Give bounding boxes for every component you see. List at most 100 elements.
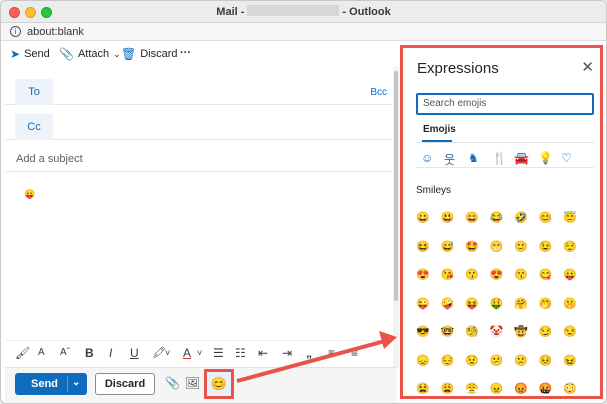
emoji-item[interactable]: 😏: [536, 322, 556, 342]
highlight-chevron-icon[interactable]: ˅: [165, 346, 170, 360]
category-symbols-icon[interactable]: ♡: [561, 151, 572, 165]
category-objects-icon[interactable]: 💡: [538, 151, 553, 165]
font-color-icon[interactable]: A: [183, 346, 191, 360]
emoji-item[interactable]: 🤡: [487, 322, 507, 342]
url-text: about:blank: [27, 26, 84, 38]
paperclip-icon[interactable]: 📎: [165, 376, 180, 390]
to-row[interactable]: To Bcc: [5, 79, 397, 105]
emoji-item[interactable]: 😟: [462, 351, 482, 371]
emoji-item[interactable]: 😅: [438, 237, 458, 257]
align-center-icon[interactable]: ≡: [351, 346, 358, 360]
emoji-item[interactable]: 😡: [511, 379, 531, 399]
italic-icon[interactable]: I: [109, 346, 112, 360]
emoji-item[interactable]: 😊: [536, 208, 556, 228]
emoji-item[interactable]: 😛: [560, 265, 580, 285]
decrease-indent-icon[interactable]: ⇤: [258, 346, 268, 360]
font-color-chevron-icon[interactable]: ˅: [197, 346, 202, 360]
send-options-chevron-icon[interactable]: ⌄: [72, 377, 80, 388]
bullets-icon[interactable]: ☰: [213, 346, 224, 360]
emoji-search-input[interactable]: Search emojis: [416, 93, 594, 115]
emoji-item[interactable]: 🤩: [462, 237, 482, 257]
discard-toolbar-button[interactable]: 🗑 Discard: [121, 47, 178, 61]
subject-input[interactable]: Add a subject: [16, 153, 83, 165]
emoji-item[interactable]: 🙂: [511, 237, 531, 257]
emoji-item[interactable]: 😝: [462, 294, 482, 314]
send-button[interactable]: Send ⌄: [15, 373, 87, 395]
emoji-item[interactable]: 😍: [413, 265, 433, 285]
close-icon[interactable]: ✕: [581, 58, 594, 76]
emoji-item[interactable]: 😆: [413, 237, 433, 257]
emoji-item[interactable]: 😤: [462, 379, 482, 399]
format-painter-icon[interactable]: 🖌: [15, 346, 30, 360]
emoji-item[interactable]: 🤬: [536, 379, 556, 399]
panel-title: Expressions: [417, 60, 499, 77]
emoji-item[interactable]: 😫: [413, 379, 433, 399]
emoji-item[interactable]: 🤪: [438, 294, 458, 314]
emoji-item[interactable]: 🤫: [560, 294, 580, 314]
attach-toolbar-button[interactable]: 📎 Attach ⌄: [59, 47, 121, 61]
emoji-item[interactable]: 😕: [487, 351, 507, 371]
send-toolbar-button[interactable]: ➤ Send: [10, 47, 50, 61]
discard-button[interactable]: Discard: [95, 373, 155, 395]
emoji-item[interactable]: 🧐: [462, 322, 482, 342]
tab-emojis[interactable]: Emojis: [423, 124, 456, 135]
category-food-icon[interactable]: 🍴: [492, 151, 507, 165]
emoji-button[interactable]: 😊: [204, 369, 234, 399]
to-button[interactable]: To: [15, 79, 53, 105]
emoji-item[interactable]: 🤠: [511, 322, 531, 342]
grow-font-icon[interactable]: Aˆ: [60, 346, 70, 360]
emoji-item[interactable]: 😇: [560, 208, 580, 228]
url-bar: i about:blank: [1, 23, 606, 41]
scrollbar-thumb[interactable]: [394, 71, 398, 301]
align-left-icon[interactable]: ≡: [328, 346, 335, 360]
cc-row[interactable]: Cc: [5, 114, 397, 140]
increase-indent-icon[interactable]: ⇥: [282, 346, 292, 360]
emoji-item[interactable]: 😖: [560, 351, 580, 371]
emoji-item[interactable]: 😞: [413, 351, 433, 371]
emoji-item[interactable]: 😠: [487, 379, 507, 399]
bcc-link[interactable]: Bcc: [370, 87, 387, 98]
emoji-item[interactable]: 🤭: [536, 294, 556, 314]
emoji-item[interactable]: 😙: [511, 265, 531, 285]
emoji-item[interactable]: 🙁: [511, 351, 531, 371]
category-animals-icon[interactable]: ♞: [468, 151, 479, 165]
quote-icon[interactable]: „: [306, 346, 312, 360]
body-emoji[interactable]: 😛: [24, 189, 35, 200]
emoji-item[interactable]: 😍: [487, 265, 507, 285]
font-size-icon[interactable]: A: [38, 346, 45, 360]
paperclip-icon: 📎: [59, 47, 74, 61]
emoji-item[interactable]: 😒: [560, 322, 580, 342]
emoji-item[interactable]: 😁: [487, 237, 507, 257]
insert-picture-icon[interactable]: 🖼: [185, 376, 200, 390]
emoji-item[interactable]: 😌: [560, 237, 580, 257]
emoji-item[interactable]: 😜: [413, 294, 433, 314]
category-travel-icon[interactable]: 🚘: [514, 151, 529, 165]
emoji-item[interactable]: 🤗: [511, 294, 531, 314]
emoji-item[interactable]: 😄: [462, 208, 482, 228]
emoji-item[interactable]: 🤑: [487, 294, 507, 314]
outlook-window: Mail -- Outlook i about:blank ➤ Send 📎 Att…: [0, 0, 607, 404]
cc-button[interactable]: Cc: [15, 114, 53, 140]
emoji-item[interactable]: 🤣: [511, 208, 531, 228]
emoji-item[interactable]: 😉: [536, 237, 556, 257]
underline-icon[interactable]: U: [130, 346, 139, 360]
emoji-item[interactable]: 😘: [438, 265, 458, 285]
highlight-icon[interactable]: 🖍: [152, 346, 166, 360]
category-people-icon[interactable]: 웃: [444, 151, 455, 168]
category-smileys-icon[interactable]: ☺: [421, 151, 433, 165]
more-options-button[interactable]: ···: [180, 47, 191, 59]
emoji-item[interactable]: 🤓: [438, 322, 458, 342]
info-icon[interactable]: i: [10, 26, 21, 37]
emoji-item[interactable]: 😣: [536, 351, 556, 371]
emoji-item[interactable]: 😂: [487, 208, 507, 228]
bold-icon[interactable]: B: [85, 346, 94, 360]
emoji-item[interactable]: 😳: [560, 379, 580, 399]
emoji-item[interactable]: 😋: [536, 265, 556, 285]
emoji-item[interactable]: 😀: [413, 208, 433, 228]
emoji-item[interactable]: 😔: [438, 351, 458, 371]
emoji-item[interactable]: 😩: [438, 379, 458, 399]
emoji-item[interactable]: 😎: [413, 322, 433, 342]
emoji-item[interactable]: 😃: [438, 208, 458, 228]
emoji-item[interactable]: 😗: [462, 265, 482, 285]
numbering-icon[interactable]: ☷: [235, 346, 246, 360]
